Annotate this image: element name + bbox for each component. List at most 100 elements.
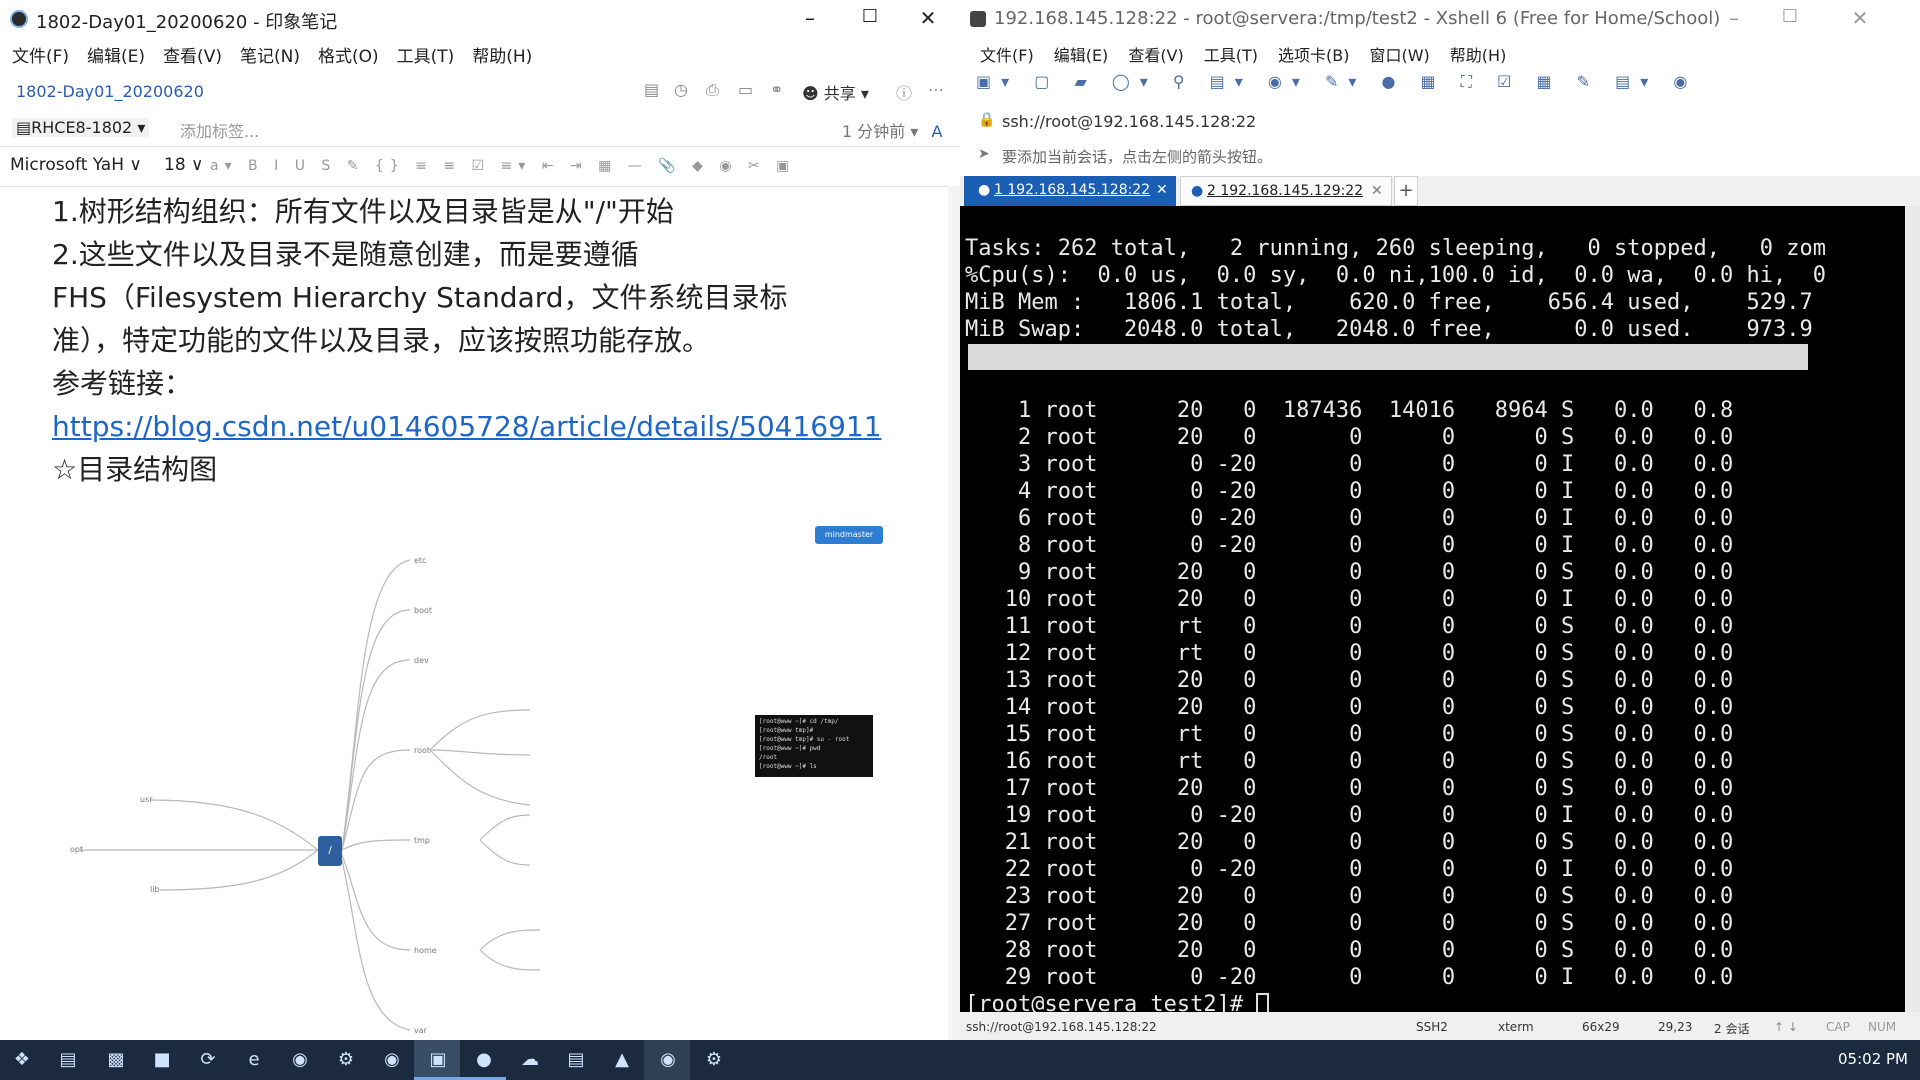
session-tab-2[interactable]: ● 2 192.168.145.129:22 ✕: [1180, 176, 1392, 206]
address-text[interactable]: ssh://root@192.168.145.128:22: [1002, 112, 1256, 131]
refresh-app-icon[interactable]: ⟳: [196, 1048, 220, 1072]
add-tag-input[interactable]: 添加标签...: [180, 118, 259, 142]
process-row: 28 root 20 0 0 0 0 S 0.0 0.0: [965, 938, 1734, 963]
terminal-scrollbar[interactable]: [1905, 206, 1920, 1012]
xshell-status-bar: ssh://root@192.168.145.128:22 SSH2 xterm…: [960, 1012, 1920, 1040]
app-icon-7[interactable]: ▲: [610, 1048, 634, 1072]
xs-menu-file[interactable]: 文件(F): [980, 46, 1034, 65]
evernote-title-bar[interactable]: 1802-Day01_20200620 - 印象笔记 – ☐ ✕: [0, 0, 960, 38]
menu-format[interactable]: 格式(O): [318, 47, 379, 67]
xs-menu-help[interactable]: 帮助(H): [1450, 46, 1507, 65]
mindmap-branch-opt: opt: [70, 845, 84, 854]
mindmap-branch-root: root: [414, 746, 431, 755]
menu-note[interactable]: 笔记(N): [240, 47, 300, 67]
mindmap-branch-home: home: [414, 946, 437, 955]
maximize-icon[interactable]: ☐: [850, 6, 890, 27]
app-icon-4[interactable]: ◉: [380, 1048, 404, 1072]
session-tab-1[interactable]: ● 1 192.168.145.128:22 ✕: [964, 176, 1176, 206]
xs-menu-window[interactable]: 窗口(W): [1369, 46, 1429, 65]
xs-menu-edit[interactable]: 编辑(E): [1054, 46, 1109, 65]
terminal-screen[interactable]: Tasks: 262 total, 2 running, 260 sleepin…: [960, 206, 1905, 1012]
print-icon[interactable]: ⎙: [706, 80, 719, 100]
app-icon-1[interactable]: ■: [150, 1048, 174, 1072]
xshell-close-icon[interactable]: ✕: [1840, 6, 1880, 30]
app-icon-8[interactable]: ◉: [656, 1048, 680, 1072]
status-protocol: SSH2: [1416, 1020, 1448, 1034]
xshell-maximize-icon[interactable]: ☐: [1770, 6, 1810, 27]
share-button[interactable]: ☻ 共享 ▾: [802, 80, 869, 104]
close-icon[interactable]: ✕: [908, 6, 948, 30]
status-connection: ssh://root@192.168.145.128:22: [966, 1020, 1157, 1034]
share-network-icon[interactable]: ⚭: [770, 80, 783, 99]
process-row: 17 root 20 0 0 0 0 S 0.0 0.0: [965, 776, 1734, 801]
tab-2-close-icon[interactable]: ✕: [1371, 183, 1383, 199]
process-row: 6 root 0 -20 0 0 0 I 0.0 0.0: [965, 506, 1734, 531]
note-line-4: 准），特定功能的文件以及目录，应该按照功能存放。: [52, 324, 711, 357]
menu-tools[interactable]: 工具(T): [397, 47, 455, 67]
process-row: 3 root 0 -20 0 0 0 I 0.0 0.0: [965, 452, 1734, 477]
edge-browser-icon[interactable]: e: [242, 1048, 266, 1072]
menu-help[interactable]: 帮助(H): [472, 47, 532, 67]
xs-menu-tools[interactable]: 工具(T): [1204, 46, 1258, 65]
address-bar[interactable]: 🔒 ssh://root@192.168.145.128:22: [960, 108, 1920, 136]
status-size: 66x29: [1582, 1020, 1620, 1034]
menu-edit[interactable]: 编辑(E): [87, 47, 145, 67]
xshell-title-bar[interactable]: 192.168.145.128:22 - root@servera:/tmp/t…: [960, 0, 1920, 38]
format-buttons[interactable]: a▾ B I U S ✎ {} ≡ ≡ ☑ ≡▾ ⇤ ⇥ ▦ — 📎 ◆ ◉ ✂…: [210, 158, 795, 174]
app-icon-6[interactable]: ▤: [564, 1048, 588, 1072]
taskbar-clock[interactable]: 05:02 PM: [1838, 1050, 1908, 1068]
shell-prompt-line[interactable]: [root@servera test2]#: [965, 991, 1826, 1012]
lock-icon: 🔒: [978, 112, 996, 128]
mindmap-lines: [80, 559, 541, 1031]
xshell-toolbar[interactable]: ▣▾ ▢ ▰ ◯▾ ⚲ ▤▾ ◉▾ ✎▾ ● ▦ ⛶ ☑ ▦ ✎ ▤▾ ◉: [960, 72, 1920, 104]
minimize-icon[interactable]: –: [790, 6, 830, 30]
note-title-link[interactable]: 1802-Day01_20200620: [16, 82, 204, 101]
app-icon-2[interactable]: ◉: [288, 1048, 312, 1072]
session-hint-bar: ➤ 要添加当前会话，点击左侧的箭头按钮。: [960, 140, 1920, 170]
present-icon[interactable]: ▭: [738, 80, 753, 99]
menu-view[interactable]: 查看(V): [163, 47, 222, 67]
xshell-logo-icon: [970, 11, 986, 27]
task-view-icon[interactable]: ▤: [56, 1048, 80, 1072]
xshell-taskbar-icon[interactable]: ▣: [426, 1048, 450, 1072]
process-row: 2 root 20 0 0 0 0 S 0.0 0.0: [965, 425, 1734, 450]
status-arrows-icon[interactable]: ↑ ↓: [1774, 1020, 1798, 1034]
evernote-taskbar-icon[interactable]: ●: [472, 1048, 496, 1072]
windows-start-icon[interactable]: ❖: [10, 1048, 34, 1072]
app-icon-3[interactable]: ⚙: [334, 1048, 358, 1072]
note-line-3: FHS（Filesystem Hierarchy Standard，文件系统目录…: [52, 281, 788, 314]
font-family-select[interactable]: Microsoft YaH ∨: [10, 155, 142, 175]
process-row: 9 root 20 0 0 0 0 S 0.0 0.0: [965, 560, 1734, 585]
app-icon-5[interactable]: ☁: [518, 1048, 542, 1072]
process-row: 1 root 20 0 187436 14016 8964 S 0.0 0.8: [965, 398, 1734, 423]
xs-menu-tabs[interactable]: 选项卡(B): [1278, 46, 1349, 65]
arrow-icon[interactable]: ➤: [978, 146, 990, 162]
note-line-2: 2.这些文件以及目录不是随意创建，而是要遵循: [52, 238, 639, 271]
font-a-icon[interactable]: A: [931, 122, 942, 141]
note-body[interactable]: 1.树形结构组织：所有文件以及目录皆是从"/"开始 2.这些文件以及目录不是随意…: [52, 190, 902, 491]
xshell-minimize-icon[interactable]: –: [1714, 6, 1754, 30]
reference-link[interactable]: https://blog.csdn.net/u014605728/article…: [52, 410, 882, 443]
status-sessions: 2 会话: [1714, 1022, 1750, 1036]
status-cursor-pos: 29,23: [1658, 1020, 1693, 1034]
file-explorer-icon[interactable]: ▩: [104, 1048, 128, 1072]
mindmap-branch-boot: boot: [414, 606, 433, 615]
new-tab-button[interactable]: +: [1394, 176, 1418, 206]
xs-menu-view[interactable]: 查看(V): [1128, 46, 1183, 65]
menu-file[interactable]: 文件(F): [12, 47, 69, 67]
process-row: 13 root 20 0 0 0 0 S 0.0 0.0: [965, 668, 1734, 693]
app-icon-9[interactable]: ⚙: [702, 1048, 726, 1072]
font-family-value: Microsoft YaH: [10, 155, 125, 175]
process-row: 8 root 0 -20 0 0 0 I 0.0 0.0: [965, 533, 1734, 558]
process-row: 11 root rt 0 0 0 0 S 0.0 0.0: [965, 614, 1734, 639]
font-size-select[interactable]: 18 ∨: [164, 155, 204, 175]
reminder-icon[interactable]: ◷: [674, 80, 688, 99]
tab-1-close-icon[interactable]: ✕: [1156, 182, 1168, 198]
note-info-icon[interactable]: ▤: [644, 80, 659, 99]
notebook-selector[interactable]: ▤RHCE8-1802 ▾: [12, 118, 150, 137]
more-icon[interactable]: ⋯: [928, 80, 944, 99]
mindmap-branch-lib: lib: [150, 885, 160, 894]
note-scrollbar[interactable]: [948, 186, 960, 1040]
star-icon: ☆: [52, 453, 78, 486]
info-icon[interactable]: ⓘ: [896, 80, 912, 104]
